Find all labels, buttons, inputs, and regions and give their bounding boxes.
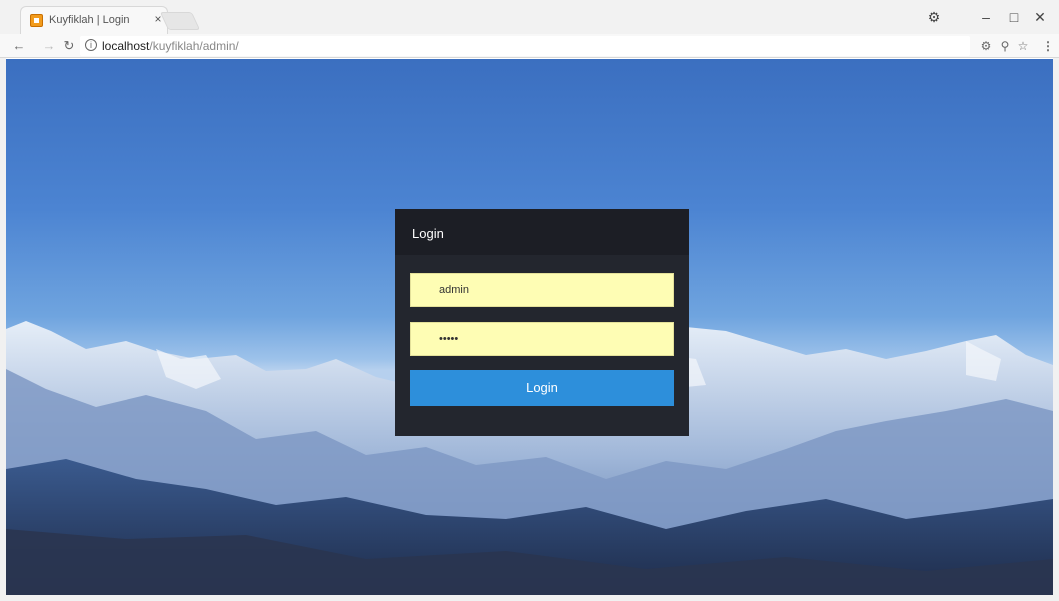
reload-icon[interactable]: ↻ [60,37,78,55]
info-icon[interactable]: i [85,39,97,51]
zoom-icon[interactable]: ⚲ [997,38,1013,54]
username-input[interactable] [411,274,673,306]
url-host: localhost [102,39,150,53]
login-button[interactable]: Login [410,370,674,406]
forward-icon[interactable]: → [40,37,58,55]
maximize-icon[interactable]: □ [1003,6,1025,28]
username-field[interactable] [410,273,674,307]
login-panel: Login Login [395,209,689,436]
close-window-icon[interactable]: ✕ [1029,6,1051,28]
password-field[interactable] [410,322,674,356]
back-icon[interactable]: ← [10,37,28,55]
password-input[interactable] [411,323,673,355]
login-title: Login [412,226,444,241]
browser-tab[interactable]: Kuyfiklah | Login × [20,6,168,34]
app-logo-icon [30,14,43,27]
address-bar[interactable]: i localhost/kuyfiklah/admin/ [80,36,970,56]
star-icon[interactable]: ☆ [1015,38,1031,54]
tab-title: Kuyfiklah | Login [49,14,130,26]
profile-icon[interactable]: ⚙ [923,6,945,28]
url-text: localhost/kuyfiklah/admin/ [102,39,239,53]
minimize-icon[interactable]: – [975,6,997,28]
browser-toolbar: ← → ↻ i localhost/kuyfiklah/admin/ ⚙ ⚲ ☆… [0,34,1059,58]
menu-icon[interactable]: ⋮ [1042,38,1054,54]
tab-strip: Kuyfiklah | Login × ⚙ – □ ✕ [0,0,1059,34]
page-content: Login Login [6,59,1053,595]
url-path: /kuyfiklah/admin/ [149,39,239,53]
login-header: Login [395,209,689,255]
key-icon[interactable]: ⚙ [978,38,994,54]
